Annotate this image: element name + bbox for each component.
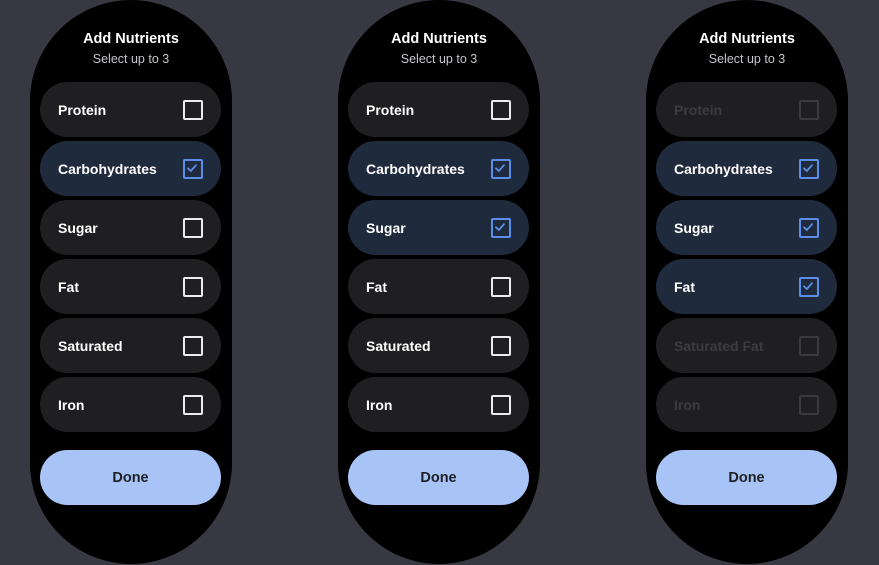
checkbox-icon[interactable]: [491, 276, 511, 297]
nutrient-label: Carbohydrates: [366, 160, 465, 177]
nutrient-item[interactable]: Iron: [348, 377, 529, 432]
nutrient-list: Protein Carbohydrates Sugar Fat Saturated Iro…: [40, 82, 221, 436]
nutrient-item[interactable]: Saturated: [348, 318, 529, 373]
checkbox-checked-icon[interactable]: [799, 158, 819, 179]
screen-subtitle: Select up to 3: [400, 52, 478, 66]
nutrient-item[interactable]: Sugar: [348, 200, 529, 255]
nutrient-label: Fat: [366, 278, 387, 295]
nutrient-label: Protein: [674, 101, 723, 118]
checkbox-icon: [799, 394, 819, 415]
screen-title: Add Nutrients: [83, 31, 179, 47]
checkbox-checked-icon[interactable]: [491, 217, 511, 238]
checkbox-icon[interactable]: [183, 335, 203, 356]
nutrient-item[interactable]: Fat: [40, 259, 221, 314]
checkbox-icon[interactable]: [491, 394, 511, 415]
nutrient-label: Sugar: [366, 219, 406, 236]
checkbox-icon[interactable]: [491, 99, 511, 120]
nutrient-label: Saturated Fat: [674, 337, 764, 354]
nutrient-item[interactable]: Saturated: [40, 318, 221, 373]
nutrient-label: Protein: [366, 101, 415, 118]
watch-screen: Add Nutrients Select up to 3 Protein Carboh…: [646, 0, 848, 564]
nutrient-label: Iron: [58, 396, 85, 413]
nutrient-label: Sugar: [58, 219, 98, 236]
screen-subtitle: Select up to 3: [92, 52, 170, 66]
nutrient-item[interactable]: Sugar: [40, 200, 221, 255]
nutrient-label: Fat: [674, 278, 695, 295]
checkbox-icon[interactable]: [183, 217, 203, 238]
nutrient-label: Iron: [366, 396, 393, 413]
nutrient-label: Saturated: [58, 337, 123, 354]
nutrient-item: Saturated Fat: [656, 318, 837, 373]
nutrient-label: Fat: [58, 278, 79, 295]
checkbox-icon: [799, 99, 819, 120]
nutrient-item[interactable]: Protein: [40, 82, 221, 137]
nutrient-item: Iron: [656, 377, 837, 432]
watch-screen: Add Nutrients Select up to 3 Protein Carboh…: [338, 0, 540, 564]
nutrient-label: Carbohydrates: [58, 160, 157, 177]
nutrient-item[interactable]: Protein: [348, 82, 529, 137]
done-button[interactable]: Done: [656, 450, 837, 505]
nutrient-label: Carbohydrates: [674, 160, 773, 177]
checkbox-icon[interactable]: [183, 394, 203, 415]
nutrient-list: Protein Carbohydrates Sugar Fat Saturated Iro…: [348, 82, 529, 436]
checkbox-checked-icon[interactable]: [183, 158, 203, 179]
nutrient-label: Saturated: [366, 337, 431, 354]
done-button[interactable]: Done: [40, 450, 221, 505]
done-button[interactable]: Done: [348, 450, 529, 505]
checkbox-checked-icon[interactable]: [491, 158, 511, 179]
checkbox-icon[interactable]: [491, 335, 511, 356]
checkbox-icon[interactable]: [183, 276, 203, 297]
nutrient-label: Sugar: [674, 219, 714, 236]
nutrient-label: Iron: [674, 396, 701, 413]
nutrient-label: Protein: [58, 101, 107, 118]
nutrient-item[interactable]: Carbohydrates: [348, 141, 529, 196]
checkbox-checked-icon[interactable]: [799, 276, 819, 297]
screen-title: Add Nutrients: [699, 31, 795, 47]
nutrient-list: Protein Carbohydrates Sugar Fat Saturated Fa…: [656, 82, 837, 436]
nutrient-item: Protein: [656, 82, 837, 137]
nutrient-item[interactable]: Iron: [40, 377, 221, 432]
checkbox-icon[interactable]: [183, 99, 203, 120]
nutrient-item[interactable]: Sugar: [656, 200, 837, 255]
checkbox-icon: [799, 335, 819, 356]
checkbox-checked-icon[interactable]: [799, 217, 819, 238]
nutrient-item[interactable]: Fat: [348, 259, 529, 314]
screen-subtitle: Select up to 3: [708, 52, 786, 66]
nutrient-item[interactable]: Fat: [656, 259, 837, 314]
nutrient-item[interactable]: Carbohydrates: [656, 141, 837, 196]
watch-screen: Add Nutrients Select up to 3 Protein Carboh…: [30, 0, 232, 564]
nutrient-item[interactable]: Carbohydrates: [40, 141, 221, 196]
screen-title: Add Nutrients: [391, 31, 487, 47]
